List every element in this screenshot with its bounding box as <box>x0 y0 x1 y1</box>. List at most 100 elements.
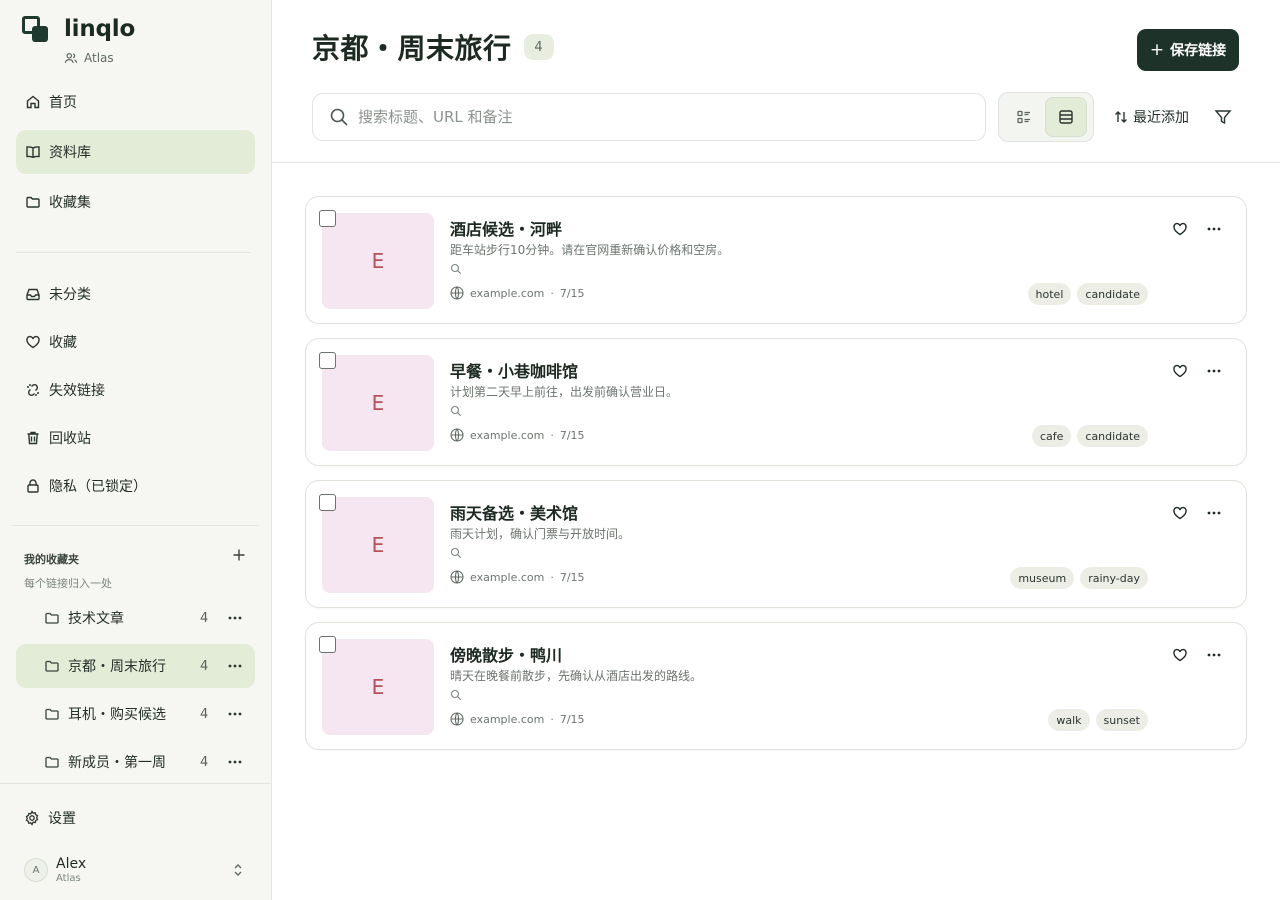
heart-icon[interactable] <box>1172 505 1188 521</box>
user-menu[interactable]: A Alex Atlas <box>24 852 248 888</box>
folder-icon <box>26 196 40 208</box>
more-horizontal-icon[interactable] <box>1206 647 1222 663</box>
select-checkbox[interactable] <box>319 636 336 653</box>
plus-icon: + <box>1149 40 1165 60</box>
view-list-button[interactable] <box>1045 97 1087 137</box>
heart-icon[interactable] <box>1172 221 1188 237</box>
meta-separator: · <box>550 570 554 584</box>
more-horizontal-icon[interactable] <box>1206 221 1222 237</box>
more-horizontal-icon[interactable] <box>1206 505 1222 521</box>
heart-icon[interactable] <box>1172 363 1188 379</box>
home-icon <box>26 95 40 109</box>
link-card[interactable]: E 傍晚散步・鸭川 晴天在晚餐前散步，先确认从酒店出发的路线。 example.… <box>305 622 1247 750</box>
add-collection-button[interactable] <box>230 546 248 564</box>
collection-count: 4 <box>200 706 209 722</box>
collection-item[interactable]: 技术文章 4 <box>16 596 255 640</box>
tag[interactable]: cafe <box>1031 425 1072 447</box>
workspace-name: Atlas <box>84 51 114 65</box>
nav-item-label: 未分类 <box>49 287 91 303</box>
settings-label: 设置 <box>48 811 76 827</box>
save-link-button[interactable]: + 保存链接 <box>1137 29 1239 71</box>
link-note: 晴天在晚餐前散步，先确认从酒店出发的路线。 <box>450 669 703 683</box>
nav-item-collections[interactable]: 收藏集 <box>16 180 255 224</box>
link-meta: example.com · 7/15 <box>450 712 585 726</box>
tag[interactable]: candidate <box>1077 425 1148 447</box>
view-grid-button[interactable] <box>1003 97 1045 137</box>
nav-item-library[interactable]: 资料库 <box>16 130 255 174</box>
nav-item-trash[interactable]: 回收站 <box>16 416 255 460</box>
tag-list: museum rainy-day <box>1004 567 1148 589</box>
nav-item-unsorted[interactable]: 未分类 <box>16 272 255 316</box>
sort-label: 最近添加 <box>1133 110 1189 126</box>
link-card[interactable]: E 雨天备选・美术馆 雨天计划，确认门票与开放时间。 example.com ·… <box>305 480 1247 608</box>
search-bar[interactable] <box>312 93 986 141</box>
tag-list: walk sunset <box>1042 709 1148 731</box>
nav-item-label: 收藏集 <box>49 195 91 211</box>
thumbnail: E <box>322 355 434 451</box>
tag[interactable]: walk <box>1048 709 1090 731</box>
chevron-up-down-icon <box>234 864 242 876</box>
heart-icon[interactable] <box>1172 647 1188 663</box>
more-horizontal-icon <box>228 664 242 668</box>
sort-button[interactable]: 最近添加 <box>1113 106 1189 128</box>
nav-item-broken-links[interactable]: 失效链接 <box>16 368 255 412</box>
folder-icon <box>45 612 59 624</box>
thumbnail: E <box>322 639 434 735</box>
link-title[interactable]: 早餐・小巷咖啡馆 <box>450 358 578 382</box>
search-input[interactable] <box>358 108 958 126</box>
link-title[interactable]: 傍晚散步・鸭川 <box>450 642 562 666</box>
link-title[interactable]: 雨天备选・美术馆 <box>450 500 578 524</box>
tag-list: cafe candidate <box>1026 425 1148 447</box>
nav-item-favorites[interactable]: 收藏 <box>16 320 255 364</box>
app-name: linqlo <box>64 16 136 42</box>
meta-separator: · <box>550 428 554 442</box>
thumbnail: E <box>322 497 434 593</box>
select-checkbox[interactable] <box>319 352 336 369</box>
user-name: Alex <box>56 856 87 872</box>
collection-item[interactable]: 耳机・购买候选 4 <box>16 692 255 736</box>
collection-item[interactable]: 京都・周末旅行 4 <box>16 644 255 688</box>
meta-separator: · <box>550 286 554 300</box>
more-horizontal-icon[interactable] <box>1206 363 1222 379</box>
link-list: E 酒店候选・河畔 距车站步行10分钟。请在官网重新确认价格和空房。 examp… <box>305 196 1247 764</box>
settings-button[interactable]: 设置 <box>24 808 76 828</box>
link-card[interactable]: E 早餐・小巷咖啡馆 计划第二天早上前往，出发前确认营业日。 example.c… <box>305 338 1247 466</box>
nav-item-private[interactable]: 隐私（已锁定） <box>16 464 255 508</box>
header-divider <box>272 162 1280 163</box>
link-note: 距车站步行10分钟。请在官网重新确认价格和空房。 <box>450 243 730 257</box>
workspace-switcher[interactable]: Atlas <box>64 51 114 65</box>
link-title[interactable]: 酒店候选・河畔 <box>450 216 562 240</box>
link-domain: example.com <box>470 570 545 584</box>
collection-more-button[interactable] <box>226 706 244 722</box>
globe-icon <box>450 712 464 726</box>
filter-button[interactable] <box>1214 108 1232 130</box>
collection-label: 新成员・第一周 <box>68 755 166 771</box>
link-date: 7/15 <box>559 428 585 442</box>
link-card[interactable]: E 酒店候选・河畔 距车站步行10分钟。请在官网重新确认价格和空房。 examp… <box>305 196 1247 324</box>
collection-item[interactable]: 新成员・第一周 4 <box>16 740 255 784</box>
gear-icon <box>25 810 39 826</box>
sidebar: linqlo Atlas 首页 资料库 收藏集 未分类 收藏 失效链接 回收站 … <box>0 0 272 900</box>
collection-more-button[interactable] <box>226 610 244 626</box>
brand[interactable]: linqlo <box>20 14 135 44</box>
link-date: 7/15 <box>559 712 585 726</box>
nav-item-label: 失效链接 <box>49 383 105 399</box>
collection-more-button[interactable] <box>226 754 244 770</box>
tag[interactable]: hotel <box>1027 283 1072 305</box>
select-checkbox[interactable] <box>319 494 336 511</box>
nav-item-label: 回收站 <box>49 431 91 447</box>
tag[interactable]: museum <box>1010 567 1075 589</box>
select-checkbox[interactable] <box>319 210 336 227</box>
search-icon <box>450 405 462 417</box>
tag[interactable]: rainy-day <box>1080 567 1148 589</box>
tag[interactable]: sunset <box>1095 709 1148 731</box>
user-workspace: Atlas <box>56 873 81 884</box>
heart-icon <box>26 335 40 349</box>
tag[interactable]: candidate <box>1077 283 1148 305</box>
collections-section-title: 我的收藏夹 <box>24 553 79 566</box>
collection-more-button[interactable] <box>226 658 244 674</box>
trash-icon <box>27 431 39 445</box>
secondary-nav: 未分类 收藏 失效链接 回收站 隐私（已锁定） <box>16 272 255 508</box>
collection-count: 4 <box>200 610 209 626</box>
nav-item-home[interactable]: 首页 <box>16 80 255 124</box>
